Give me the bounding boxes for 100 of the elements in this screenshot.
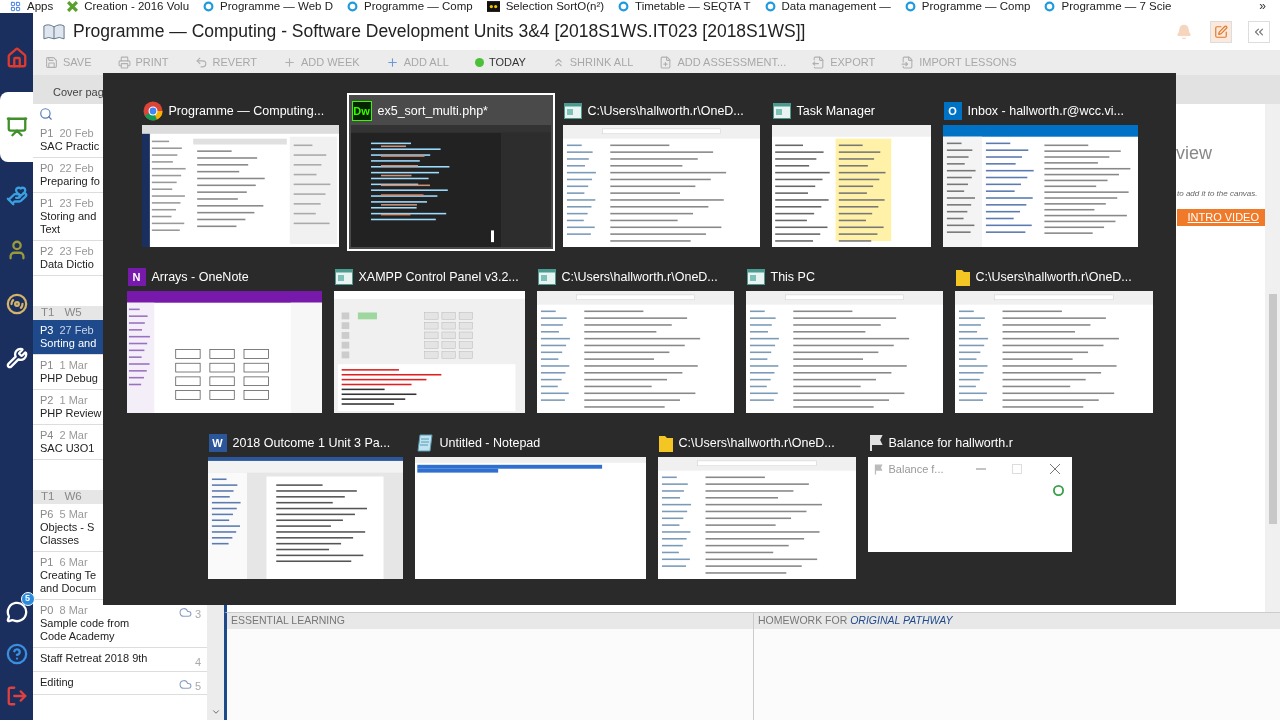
- window-tile[interactable]: Untitled - Notepad: [410, 425, 650, 583]
- flag-icon: [873, 463, 883, 475]
- bookmark[interactable]: Apps: [10, 0, 54, 13]
- window-title: C:\Users\hallworth.r\OneD...: [587, 102, 744, 120]
- lesson-title: PHP Debug: [40, 372, 99, 385]
- wrench-icon: [5, 347, 28, 369]
- window-title: Untitled - Notepad: [439, 434, 541, 452]
- lesson-item[interactable]: Staff Retreat 2018 9th: [33, 648, 150, 671]
- lesson-item[interactable]: P2 23 Feb Data Dictio: [33, 241, 103, 275]
- window-tile[interactable]: W 2018 Outcome 1 Unit 3 Pa...: [203, 425, 407, 583]
- lesson-date: 20 Feb: [59, 127, 94, 140]
- onenote-logo: N: [127, 268, 146, 286]
- lesson-count: 5: [194, 678, 201, 694]
- lesson-title: PHP Review: [40, 407, 102, 420]
- bookmark[interactable]: Programme — 7 Scie: [1044, 0, 1172, 13]
- window-tile[interactable]: C:\Users\hallworth.r\OneD...: [558, 93, 764, 251]
- search-icon[interactable]: [39, 106, 53, 121]
- tab[interactable]: Cover pag: [51, 80, 106, 104]
- lesson-title: Storing and: [40, 210, 98, 223]
- period-label: P1: [40, 359, 54, 372]
- lesson-item[interactable]: P3 27 Feb Sorting and: [33, 320, 103, 354]
- lesson-item[interactable]: Editing: [33, 671, 103, 694]
- window-icon: [746, 269, 765, 285]
- collapse-button[interactable]: [1248, 20, 1270, 43]
- close-icon: [1049, 464, 1060, 474]
- dialog-title: Balance f...: [888, 461, 944, 477]
- notes-panel[interactable]: HOMEWORK FOR ORIGINAL PATHWAY: [753, 613, 1280, 720]
- scrollbar[interactable]: [1265, 104, 1280, 612]
- bookmark[interactable]: Programme — Comp: [347, 0, 473, 13]
- lesson-item[interactable]: P0 8 Mar Sample code from Code Academy: [33, 600, 132, 647]
- chalkboard-icon: [5, 116, 28, 138]
- scroll-down-icon[interactable]: [210, 707, 221, 717]
- edit-button[interactable]: [1210, 20, 1232, 43]
- period-label: P2: [40, 394, 54, 407]
- bookmark[interactable]: Timetable — SEQTA T: [618, 0, 751, 13]
- lesson-date: 5 Mar: [59, 508, 88, 521]
- lesson-date: 22 Feb: [59, 162, 94, 175]
- window-tile[interactable]: Balance for hallworth.r Balance f...: [863, 425, 1076, 583]
- window-tile[interactable]: This PC: [741, 259, 947, 417]
- window-title: ex5_sort_multi.php*: [377, 102, 488, 120]
- lesson-date: 1 Mar: [59, 359, 88, 372]
- window-tile[interactable]: Programme — Computing...: [137, 93, 343, 251]
- save-icon: [45, 56, 58, 69]
- window-tile[interactable]: Dw ex5_sort_multi.php*: [346, 93, 555, 251]
- window-tile[interactable]: C:\Users\hallworth.r\OneD...: [653, 425, 860, 583]
- lesson-item[interactable]: P0 22 Feb Preparing fo: [33, 158, 103, 192]
- notification-count: 5: [20, 592, 35, 606]
- lesson-date: 23 Feb: [59, 197, 94, 210]
- folder-icon: [658, 434, 673, 452]
- panel-label: HOMEWORK FOR ORIGINAL PATHWAY: [758, 613, 953, 629]
- dreamweaver-logo: Dw: [351, 101, 372, 121]
- period-label: P0: [40, 604, 54, 617]
- lesson-item[interactable]: P2 1 Mar PHP Review: [33, 390, 104, 424]
- window-tile[interactable]: N Arrays - OneNote: [122, 259, 326, 417]
- window-tile[interactable]: Task Manager: [767, 93, 935, 251]
- window-tile[interactable]: C:\Users\hallworth.r\OneD...: [950, 259, 1157, 417]
- bookmark[interactable]: Programme — Web D: [203, 0, 333, 13]
- notepad-icon: [415, 434, 434, 452]
- plus-icon: [385, 56, 399, 69]
- ring-icon: [764, 1, 776, 12]
- lesson-item[interactable]: P1 23 Feb Storing and Text: [33, 193, 103, 240]
- word-logo: W: [208, 434, 227, 452]
- ring-icon: [347, 1, 358, 12]
- more-bookmarks[interactable]: »: [1259, 0, 1266, 13]
- house-icon: [5, 47, 28, 69]
- toolbar-button[interactable]: TODAY: [474, 54, 526, 71]
- lesson-item[interactable]: P4 2 Mar SAC U3O1: [33, 425, 103, 459]
- lesson-item[interactable]: P1 1 Mar PHP Debug: [33, 355, 103, 389]
- window-icon: [563, 103, 582, 119]
- bookmark[interactable]: Creation - 2016 Volu: [67, 0, 190, 13]
- bookmark[interactable]: Selection SortO(n²): [486, 0, 605, 13]
- period-label: P1: [40, 556, 54, 569]
- window-title: Inbox - hallworth.r@wcc.vi...: [967, 102, 1124, 120]
- lesson-count: 4: [194, 655, 201, 670]
- term-label: T1: [41, 305, 55, 321]
- exit-icon: [5, 685, 28, 707]
- window-tile[interactable]: O Inbox - hallworth.r@wcc.vi...: [938, 93, 1142, 251]
- lesson-title: Preparing fo: [40, 175, 101, 188]
- help-icon: [5, 643, 28, 665]
- window-title: XAMPP Control Panel v3.2...: [358, 268, 519, 286]
- lesson-item[interactable]: P6 5 Mar Objects - S Classes: [33, 504, 103, 551]
- lesson-item[interactable]: P1 20 Feb SAC Practic: [33, 123, 103, 157]
- lesson-date: 1 Mar: [59, 394, 88, 407]
- window-title: This PC: [770, 268, 815, 286]
- lesson-title: SAC Practic: [40, 140, 101, 153]
- maximize-icon: [1011, 464, 1022, 474]
- window-tile[interactable]: XAMPP Control Panel v3.2...: [329, 259, 529, 417]
- window-tile[interactable]: C:\Users\hallworth.r\OneD...: [532, 259, 738, 417]
- week-label: W6: [64, 489, 82, 505]
- file-input-icon: [901, 56, 915, 69]
- folder-icon: [955, 268, 970, 286]
- lesson-item[interactable]: P1 6 Mar Creating Te and Docum: [33, 552, 103, 599]
- notes-panel[interactable]: ESSENTIAL LEARNING: [227, 613, 753, 720]
- chrome-icon: [142, 101, 163, 121]
- flag-icon: [868, 434, 883, 452]
- window-title: C:\Users\hallworth.r\OneD...: [975, 268, 1132, 286]
- bookmark[interactable]: Programme — Comp: [904, 0, 1031, 13]
- lesson-title: Creating Te: [40, 569, 98, 582]
- bookmark[interactable]: Data management —: [764, 0, 891, 13]
- period-label: P1: [40, 127, 54, 140]
